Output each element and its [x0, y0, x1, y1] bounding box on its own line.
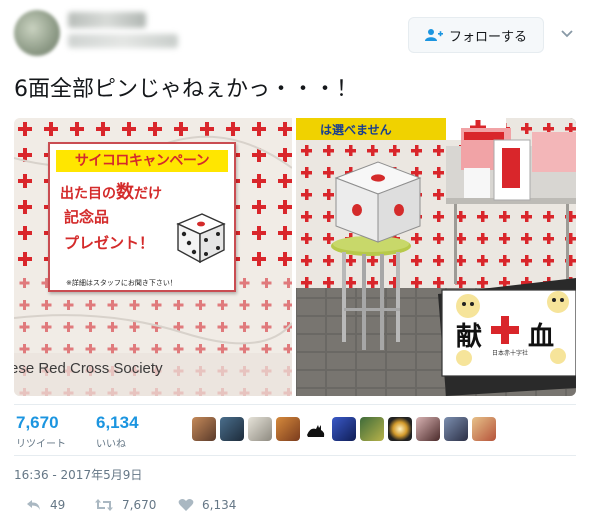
add-user-icon [424, 28, 443, 42]
sign-title: サイコロキャンペーン [56, 150, 228, 172]
photo-right[interactable]: は選べません 献 血 日本赤十字社 [296, 118, 576, 396]
heart-icon [178, 499, 194, 511]
liker-avatar[interactable] [416, 417, 440, 441]
sign-line2: 記念品 [64, 208, 110, 226]
tweet-text: 6面全部ピンじゃねぇかっ・・・！ [14, 77, 358, 102]
red-cross-society-text: ese Red Cross Society [14, 360, 163, 377]
follow-button[interactable]: フォローする [408, 17, 544, 53]
dice-stool-scene [296, 118, 576, 396]
like-stat[interactable]: 6,134 いいね [96, 413, 139, 450]
sign-caption: 日本赤十字社 [492, 350, 529, 357]
liker-avatar[interactable] [360, 417, 384, 441]
retweet-icon [95, 499, 113, 511]
retweet-button[interactable]: 7,670 [94, 498, 156, 512]
liker-avatar[interactable] [332, 417, 356, 441]
liker-avatar[interactable] [192, 417, 216, 441]
retweet-label: リツイート [16, 439, 66, 450]
tweet-media[interactable]: サイコロキャンペーン 出た目の数だけ 記念品 プレゼント！ ※詳細はスタッフにお… [14, 118, 576, 396]
campaign-sign: サイコロキャンペーン 出た目の数だけ 記念品 プレゼント！ ※詳細はスタッフにお… [48, 142, 236, 292]
photo-left[interactable]: サイコロキャンペーン 出た目の数だけ 記念品 プレゼント！ ※詳細はスタッフにお… [14, 118, 292, 396]
reply-button[interactable]: 49 [26, 498, 65, 512]
blood-donation-kanji-left: 献 [456, 322, 483, 352]
liker-avatar[interactable] [220, 417, 244, 441]
reply-icon [27, 500, 40, 510]
liker-avatar[interactable] [444, 417, 468, 441]
liker-avatar[interactable] [388, 417, 412, 441]
avatar[interactable] [14, 10, 60, 56]
cat-icon [307, 425, 325, 437]
liker-avatar[interactable] [472, 417, 496, 441]
liker-avatars [192, 417, 496, 443]
display-name-blurred[interactable] [68, 12, 146, 28]
sign-line1: 出た目の数だけ [60, 182, 162, 203]
liker-avatar[interactable] [276, 417, 300, 441]
retweet-count: 7,670 [16, 413, 59, 432]
chevron-down-icon[interactable] [560, 26, 574, 40]
blood-donation-kanji-right: 血 [528, 322, 555, 352]
reply-count: 49 [50, 498, 66, 512]
sign-die-drawing [168, 206, 228, 270]
sign-note: ※詳細はスタッフにお聞き下さい！ [66, 279, 177, 287]
tweet-actions: 49 7,670 6,134 [14, 498, 414, 522]
tweet-stats: 7,670 リツイート 6,134 いいね [14, 404, 576, 456]
top-banner-text: は選べません [320, 123, 392, 137]
sign-line3: プレゼント！ [64, 234, 155, 252]
tweet-timestamp[interactable]: 16:36 - 2017年5月9日 [14, 466, 142, 483]
liker-avatar[interactable] [248, 417, 272, 441]
like-button[interactable]: 6,134 [178, 498, 236, 512]
like-count: 6,134 [96, 413, 139, 432]
liker-avatar-cat[interactable] [304, 417, 328, 441]
follow-button-label: フォローする [448, 29, 527, 45]
tweet-header: フォローする [0, 0, 590, 68]
like-action-count: 6,134 [202, 498, 237, 512]
like-label: いいね [96, 439, 126, 450]
retweet-action-count: 7,670 [122, 498, 157, 512]
retweet-stat[interactable]: 7,670 リツイート [16, 413, 66, 450]
user-handle-blurred [68, 34, 178, 48]
